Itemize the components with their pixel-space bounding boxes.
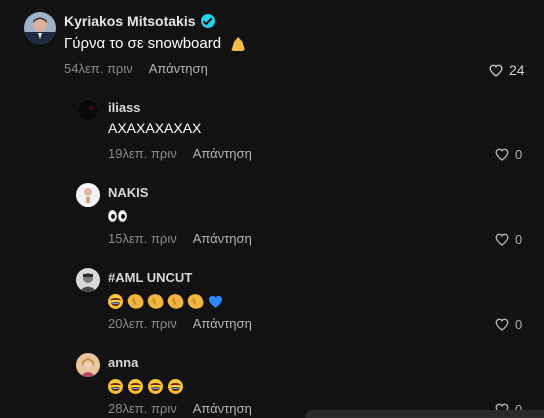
- reply-time: 19λεπ. πριν: [108, 146, 177, 161]
- reply-button[interactable]: Απάντηση: [193, 401, 252, 416]
- laughing-emoji-icon: [168, 378, 183, 394]
- heart-outline-icon: [495, 318, 509, 331]
- comment-thread: Kyriakos Mitsotakis Γύρνα το σε snowboar…: [0, 0, 544, 418]
- comment-username[interactable]: Kyriakos Mitsotakis: [64, 13, 215, 29]
- eyes-emoji-icon: [108, 209, 127, 224]
- like-count: 0: [515, 317, 523, 332]
- reply-button[interactable]: Απάντηση: [193, 146, 252, 161]
- laughing-emoji-icon: [108, 293, 123, 309]
- reply-button[interactable]: Απάντηση: [193, 231, 252, 246]
- username-text[interactable]: Kyriakos Mitsotakis: [64, 13, 196, 29]
- main-comment: Kyriakos Mitsotakis Γύρνα το σε snowboar…: [0, 0, 544, 90]
- reply-text: ΑΧΑΧΑΧΑΧΑΧ: [108, 120, 202, 136]
- reply-comment: anna 28λεπ. πριν Απάντηση 0: [0, 345, 544, 418]
- like-button[interactable]: 24: [489, 62, 525, 78]
- comment-text: Γύρνα το σε snowboard: [64, 35, 250, 52]
- reply-text: [108, 377, 188, 394]
- reply-comment: NAKIS 15λεπ. πριν Απάντηση 0: [0, 175, 544, 260]
- verified-badge-icon: [200, 14, 215, 28]
- reply-time: 28λεπ. πριν: [108, 401, 177, 416]
- reply-username[interactable]: anna: [108, 355, 138, 370]
- reply-time: 20λεπ. πριν: [108, 316, 177, 331]
- reply-meta: 15λεπ. πριν Απάντηση: [108, 231, 252, 246]
- reply-comment: #AML UNCUT 20λεπ. πριν Απάντηση 0: [0, 260, 544, 345]
- like-count: 0: [515, 147, 523, 162]
- reply-comment: iliass ΑΧΑΧΑΧΑΧΑΧ 19λεπ. πριν Απάντηση 0: [0, 90, 544, 175]
- avatar[interactable]: [24, 12, 56, 44]
- like-count: 0: [515, 232, 523, 247]
- avatar[interactable]: [76, 98, 100, 122]
- pray-emoji-icon: [231, 37, 246, 52]
- reply-button[interactable]: Απάντηση: [149, 61, 208, 76]
- clapping-emoji-icon: [165, 291, 186, 311]
- reply-username[interactable]: iliass: [108, 100, 141, 115]
- reply-username[interactable]: #AML UNCUT: [108, 270, 192, 285]
- laughing-emoji-icon: [108, 378, 123, 394]
- comment-time: 54λεπ. πριν: [64, 61, 133, 76]
- reply-button[interactable]: Απάντηση: [193, 316, 252, 331]
- heart-outline-icon: [495, 233, 509, 246]
- reply-meta: 19λεπ. πριν Απάντηση: [108, 146, 252, 161]
- like-button[interactable]: 0: [495, 317, 522, 332]
- reply-meta: 20λεπ. πριν Απάντηση: [108, 316, 252, 331]
- reply-text: [108, 291, 228, 311]
- like-count: 24: [509, 62, 525, 78]
- laughing-emoji-icon: [128, 378, 143, 394]
- avatar[interactable]: [76, 183, 100, 207]
- clapping-emoji-icon: [145, 291, 166, 311]
- like-button[interactable]: 0: [495, 147, 522, 162]
- clapping-emoji-icon: [125, 291, 146, 311]
- laughing-emoji-icon: [148, 378, 163, 394]
- like-button[interactable]: 0: [495, 232, 522, 247]
- reply-meta: 28λεπ. πριν Απάντηση: [108, 401, 252, 416]
- avatar[interactable]: [76, 268, 100, 292]
- reply-text: [108, 207, 131, 224]
- comment-text-content: Γύρνα το σε snowboard: [64, 35, 222, 52]
- reply-time: 15λεπ. πριν: [108, 231, 177, 246]
- clapping-emoji-icon: [185, 291, 206, 311]
- comment-meta: 54λεπ. πριν Απάντηση: [64, 61, 208, 76]
- reply-username[interactable]: NAKIS: [108, 185, 148, 200]
- bottom-overlay-panel: [305, 410, 544, 418]
- heart-outline-icon: [489, 64, 503, 77]
- heart-outline-icon: [495, 148, 509, 161]
- avatar[interactable]: [76, 353, 100, 377]
- blue-heart-emoji-icon: [208, 295, 223, 308]
